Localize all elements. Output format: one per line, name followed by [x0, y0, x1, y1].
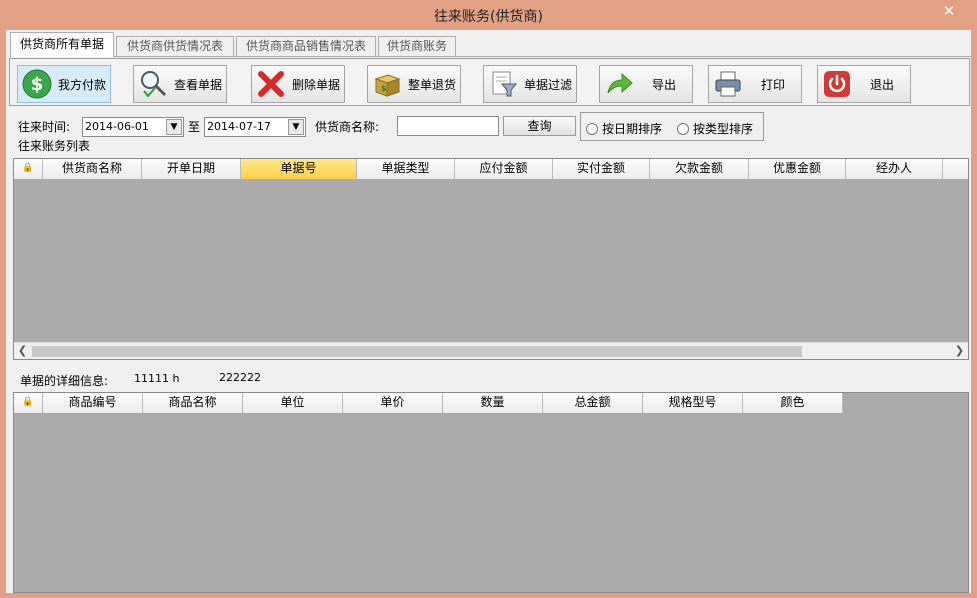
filter-document-button[interactable]: 单据过滤 — [483, 65, 577, 103]
export-label: 导出 — [651, 77, 676, 92]
printer-icon — [711, 68, 745, 100]
svg-text:$: $ — [381, 84, 387, 93]
title-bar: 往来账务(供货商) ✕ — [0, 0, 977, 30]
tab-supplier-accounts[interactable]: 供货商账务 — [378, 36, 456, 56]
to-label: 至 — [188, 120, 201, 134]
window-client: 供货商所有单据 供货商供货情况表 供货商商品销售情况表 供货商账务 $ 我方付款… — [6, 30, 971, 593]
column-header-product-code[interactable]: 商品编号 — [43, 393, 143, 413]
supplier-name-label: 供货商名称: — [315, 120, 380, 134]
column-header-color[interactable]: 颜色 — [743, 393, 843, 413]
pay-button[interactable]: $ 我方付款 — [17, 65, 111, 103]
magnifier-check-icon — [136, 68, 170, 100]
sort-by-type-label: 按类型排序 — [693, 122, 754, 136]
chevron-down-icon[interactable]: ▼ — [288, 119, 304, 135]
column-header-document-no[interactable]: 单据号 — [241, 159, 357, 179]
print-label: 打印 — [760, 77, 785, 92]
sort-by-date-label: 按日期排序 — [602, 122, 663, 136]
column-header-supplier-name[interactable]: 供货商名称 — [43, 159, 142, 179]
delete-document-label: 删除单据 — [291, 77, 340, 92]
lock-icon: 🔒 — [14, 159, 43, 179]
items-grid[interactable]: 🔒 商品编号 商品名称 单位 单价 数量 总金额 规格型号 颜色 — [13, 392, 969, 593]
transactions-grid[interactable]: 🔒 供货商名称 开单日期 单据号 单据类型 应付金额 实付金额 欠款金额 优惠金… — [13, 158, 969, 360]
close-button[interactable]: ✕ — [935, 1, 963, 21]
supplier-name-input[interactable] — [397, 116, 499, 136]
column-header-spec-model[interactable]: 规格型号 — [643, 393, 743, 413]
power-icon — [820, 68, 854, 100]
date-from-value: 2014-06-01 — [85, 120, 149, 133]
tab-supply-status[interactable]: 供货商供货情况表 — [116, 36, 234, 56]
column-header-amount-payable[interactable]: 应付金额 — [455, 159, 553, 179]
exit-button[interactable]: 退出 — [817, 65, 911, 103]
detail-info-label: 单据的详细信息: — [20, 374, 109, 388]
sort-options-group: 按日期排序 按类型排序 — [580, 112, 764, 141]
transactions-grid-header: 🔒 供货商名称 开单日期 单据号 单据类型 应付金额 实付金额 欠款金额 优惠金… — [14, 159, 968, 179]
filter-bar: 往来时间: 2014-06-01 ▼ 至 2014-07-17 ▼ 供货商名称:… — [9, 112, 970, 153]
tab-strip: 供货商所有单据 供货商供货情况表 供货商商品销售情况表 供货商账务 — [10, 32, 971, 57]
column-header-handler[interactable]: 经办人 — [846, 159, 943, 179]
money-box-icon: $ — [370, 68, 404, 100]
radio-circle-icon — [677, 122, 689, 135]
dollar-coin-icon: $ — [20, 68, 54, 100]
sort-by-date-radio[interactable]: 按日期排序 — [586, 120, 662, 137]
view-document-label: 查看单据 — [173, 77, 222, 92]
scroll-thumb[interactable] — [32, 346, 802, 357]
red-x-icon — [254, 68, 288, 100]
view-document-button[interactable]: 查看单据 — [133, 65, 227, 103]
exit-label: 退出 — [869, 77, 894, 92]
column-header-unit[interactable]: 单位 — [243, 393, 343, 413]
filter-document-label: 单据过滤 — [523, 77, 572, 92]
column-header-discount[interactable]: 优惠金额 — [749, 159, 846, 179]
tab-divider — [10, 56, 971, 57]
column-header-open-date[interactable]: 开单日期 — [142, 159, 241, 179]
radio-circle-icon — [586, 122, 598, 135]
scroll-left-icon[interactable]: ❮ — [14, 343, 31, 359]
toolbar: $ 我方付款 查看单据 删除单据 $ 整单退货 单据过滤 导出 打印 退出 — [9, 58, 970, 106]
scroll-right-icon[interactable]: ❯ — [951, 343, 968, 359]
query-button[interactable]: 查询 — [503, 116, 576, 136]
delete-document-button[interactable]: 删除单据 — [251, 65, 345, 103]
date-range-label: 往来时间: — [18, 120, 71, 134]
date-to-picker[interactable]: 2014-07-17 ▼ — [204, 117, 306, 137]
export-button[interactable]: 导出 — [599, 65, 693, 103]
print-button[interactable]: 打印 — [708, 65, 802, 103]
column-header-filler — [943, 159, 968, 179]
tab-all-documents[interactable]: 供货商所有单据 — [10, 32, 114, 57]
return-order-button[interactable]: $ 整单退货 — [367, 65, 461, 103]
date-to-value: 2014-07-17 — [207, 120, 271, 133]
lock-icon: 🔒 — [14, 393, 43, 413]
horizontal-scrollbar[interactable]: ❮ ❯ — [14, 342, 968, 359]
column-header-amount-paid[interactable]: 实付金额 — [553, 159, 650, 179]
date-from-picker[interactable]: 2014-06-01 ▼ — [82, 117, 184, 137]
column-header-product-name[interactable]: 商品名称 — [143, 393, 243, 413]
list-title: 往来账务列表 — [18, 139, 91, 153]
column-header-amount-owed[interactable]: 欠款金额 — [650, 159, 749, 179]
svg-text:$: $ — [31, 74, 44, 95]
sort-by-type-radio[interactable]: 按类型排序 — [677, 120, 753, 137]
detail-info-bar: 单据的详细信息: 11111 h 222222 — [13, 364, 969, 391]
detail-info-value-2: 222222 — [219, 371, 261, 384]
items-grid-header: 🔒 商品编号 商品名称 单位 单价 数量 总金额 规格型号 颜色 — [14, 393, 843, 413]
return-order-label: 整单退货 — [407, 77, 456, 92]
chevron-down-icon[interactable]: ▼ — [166, 119, 182, 135]
document-funnel-icon — [486, 68, 520, 100]
pay-label: 我方付款 — [57, 77, 106, 92]
column-header-total-amount[interactable]: 总金额 — [543, 393, 643, 413]
green-arrow-icon — [602, 68, 636, 100]
window-title: 往来账务(供货商) — [434, 9, 543, 25]
column-header-document-type[interactable]: 单据类型 — [357, 159, 455, 179]
tab-product-sales[interactable]: 供货商商品销售情况表 — [236, 36, 376, 56]
column-header-quantity[interactable]: 数量 — [443, 393, 543, 413]
detail-info-value-1: 11111 h — [134, 372, 180, 385]
column-header-unit-price[interactable]: 单价 — [343, 393, 443, 413]
